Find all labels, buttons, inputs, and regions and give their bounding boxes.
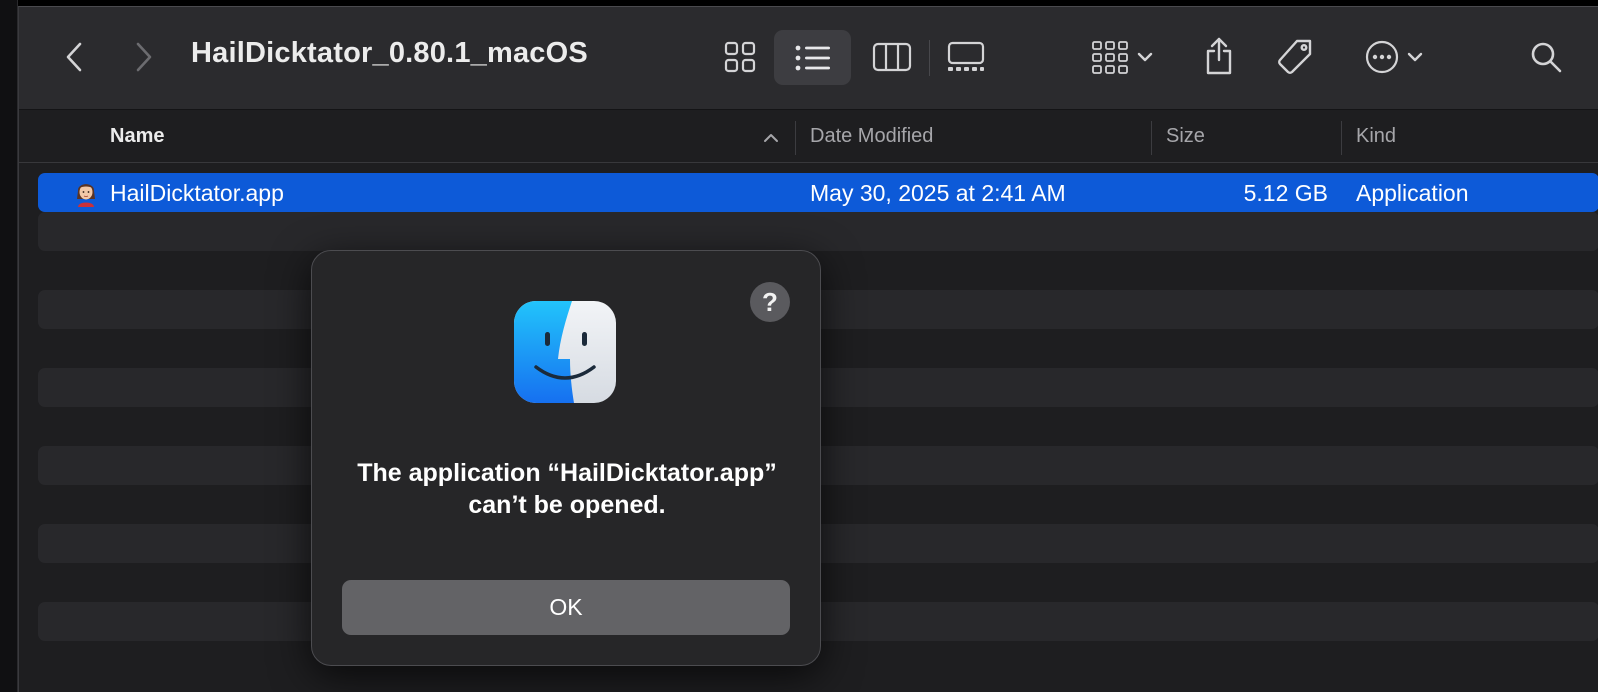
share-button[interactable]	[1197, 31, 1241, 81]
column-header-size[interactable]: Size	[1166, 125, 1205, 148]
search-icon	[1531, 42, 1562, 73]
toolbar-separator	[929, 40, 930, 76]
column-divider[interactable]	[795, 121, 796, 155]
help-button[interactable]: ?	[750, 282, 790, 322]
finder-window: HailDicktator_0.80.1_macOS Name Date Mod…	[18, 6, 1598, 692]
forward-button[interactable]	[129, 40, 159, 74]
chevron-right-icon	[136, 42, 152, 72]
chevron-down-icon	[1407, 52, 1423, 62]
file-kind: Application	[1356, 180, 1469, 206]
file-size: 5.12 GB	[1243, 180, 1328, 206]
column-divider[interactable]	[1341, 121, 1342, 155]
more-actions-button[interactable]	[1357, 35, 1431, 79]
window-title: HailDicktator_0.80.1_macOS	[191, 37, 588, 69]
alert-dialog: ? The application “HailDicktator.app” ca…	[311, 250, 821, 666]
column-header-name[interactable]: Name	[110, 125, 164, 148]
column-view-button[interactable]	[867, 35, 917, 79]
finder-icon	[514, 301, 616, 403]
chevron-down-icon	[1137, 52, 1153, 62]
group-icon	[1092, 41, 1128, 74]
gallery-view-button[interactable]	[939, 35, 993, 79]
more-icon	[1365, 40, 1399, 74]
file-name: HailDicktator.app	[110, 180, 284, 206]
icon-view-icon	[724, 41, 756, 73]
column-view-icon	[872, 42, 912, 72]
sort-ascending-icon[interactable]	[763, 133, 779, 143]
tag-icon	[1278, 39, 1312, 74]
app-avatar-icon	[77, 184, 95, 207]
column-header-date[interactable]: Date Modified	[810, 125, 933, 148]
chevron-left-icon	[66, 42, 82, 72]
file-date: May 30, 2025 at 2:41 AM	[810, 180, 1066, 206]
empty-row	[38, 212, 1598, 251]
toolbar: HailDicktator_0.80.1_macOS	[19, 7, 1598, 110]
column-header-kind[interactable]: Kind	[1356, 125, 1396, 148]
search-button[interactable]	[1524, 35, 1568, 79]
share-icon	[1206, 37, 1232, 75]
back-button[interactable]	[59, 40, 89, 74]
help-icon: ?	[762, 286, 778, 317]
icon-view-button[interactable]	[715, 35, 765, 79]
list-view-icon	[795, 45, 830, 70]
group-button[interactable]	[1085, 35, 1159, 79]
column-header: Name Date Modified Size Kind	[19, 111, 1598, 163]
alert-message: The application “HailDicktator.app” can’…	[357, 459, 777, 519]
tag-button[interactable]	[1271, 33, 1319, 81]
table-row[interactable]: HailDicktator.app May 30, 2025 at 2:41 A…	[38, 173, 1598, 212]
list-view-button[interactable]	[774, 30, 851, 85]
column-divider[interactable]	[1151, 121, 1152, 155]
ok-button[interactable]: OK	[342, 580, 790, 635]
desktop-edge	[0, 0, 18, 692]
gallery-view-icon	[947, 41, 985, 71]
